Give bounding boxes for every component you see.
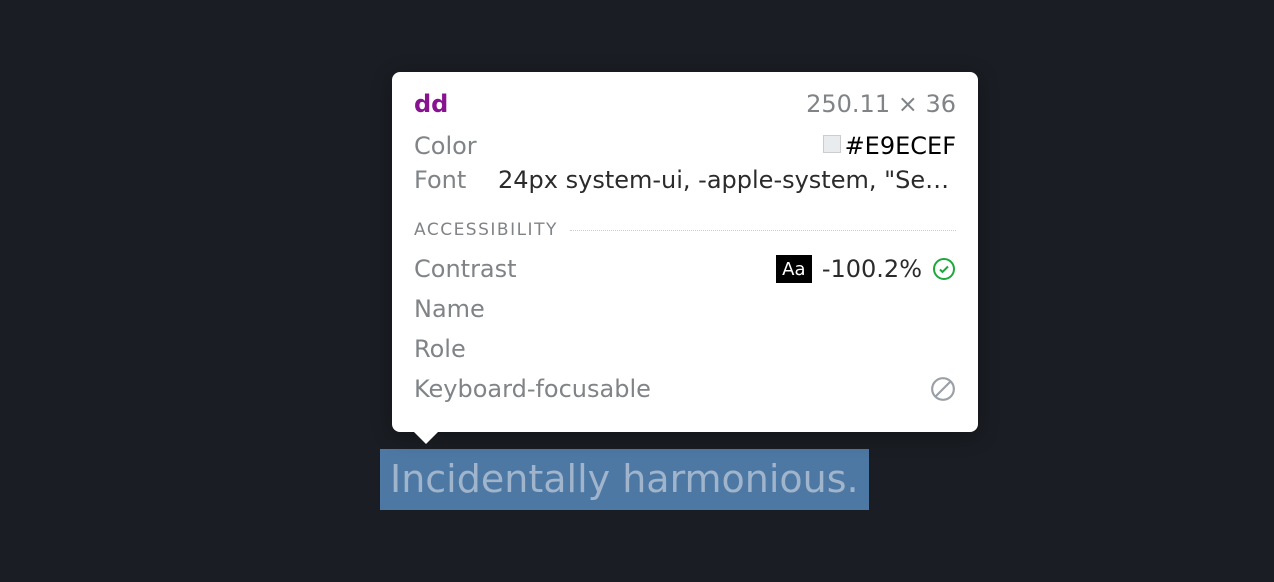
color-swatch-icon bbox=[823, 135, 841, 153]
role-row: Role bbox=[414, 334, 956, 364]
element-tag-name: dd bbox=[414, 90, 448, 118]
keyboard-focusable-value bbox=[930, 376, 956, 402]
role-label: Role bbox=[414, 335, 466, 363]
font-property-row: Font 24px system-ui, -apple-system, "Seg… bbox=[414, 166, 956, 194]
contrast-sample-icon: Aa bbox=[776, 255, 812, 283]
accessibility-section-title: ACCESSIBILITY bbox=[414, 220, 558, 240]
checkmark-circle-icon bbox=[932, 257, 956, 281]
name-row: Name bbox=[414, 294, 956, 324]
accessibility-section-header: ACCESSIBILITY bbox=[414, 220, 956, 240]
keyboard-focusable-label: Keyboard-focusable bbox=[414, 375, 651, 403]
highlighted-text: Incidentally harmonious. bbox=[390, 457, 859, 501]
contrast-value-group: Aa -100.2% bbox=[776, 255, 956, 283]
not-applicable-icon bbox=[930, 376, 956, 402]
font-label: Font bbox=[414, 166, 492, 194]
name-label: Name bbox=[414, 295, 485, 323]
color-label: Color bbox=[414, 132, 492, 160]
contrast-percentage: -100.2% bbox=[822, 255, 922, 283]
devtools-element-tooltip: dd 250.11 × 36 Color #E9ECEF Font 24px s… bbox=[392, 72, 978, 432]
contrast-label: Contrast bbox=[414, 255, 517, 283]
color-property-row: Color #E9ECEF bbox=[414, 132, 956, 160]
font-value: 24px system-ui, -apple-system, "Segoe… bbox=[498, 166, 956, 194]
inspected-element-highlight: Incidentally harmonious. bbox=[380, 449, 869, 510]
section-divider bbox=[570, 230, 956, 231]
element-dimensions: 250.11 × 36 bbox=[806, 90, 956, 118]
color-value: #E9ECEF bbox=[845, 132, 956, 160]
tooltip-header: dd 250.11 × 36 bbox=[414, 90, 956, 118]
keyboard-focusable-row: Keyboard-focusable bbox=[414, 374, 956, 404]
contrast-row: Contrast Aa -100.2% bbox=[414, 254, 956, 284]
color-value-container: #E9ECEF bbox=[492, 132, 956, 160]
